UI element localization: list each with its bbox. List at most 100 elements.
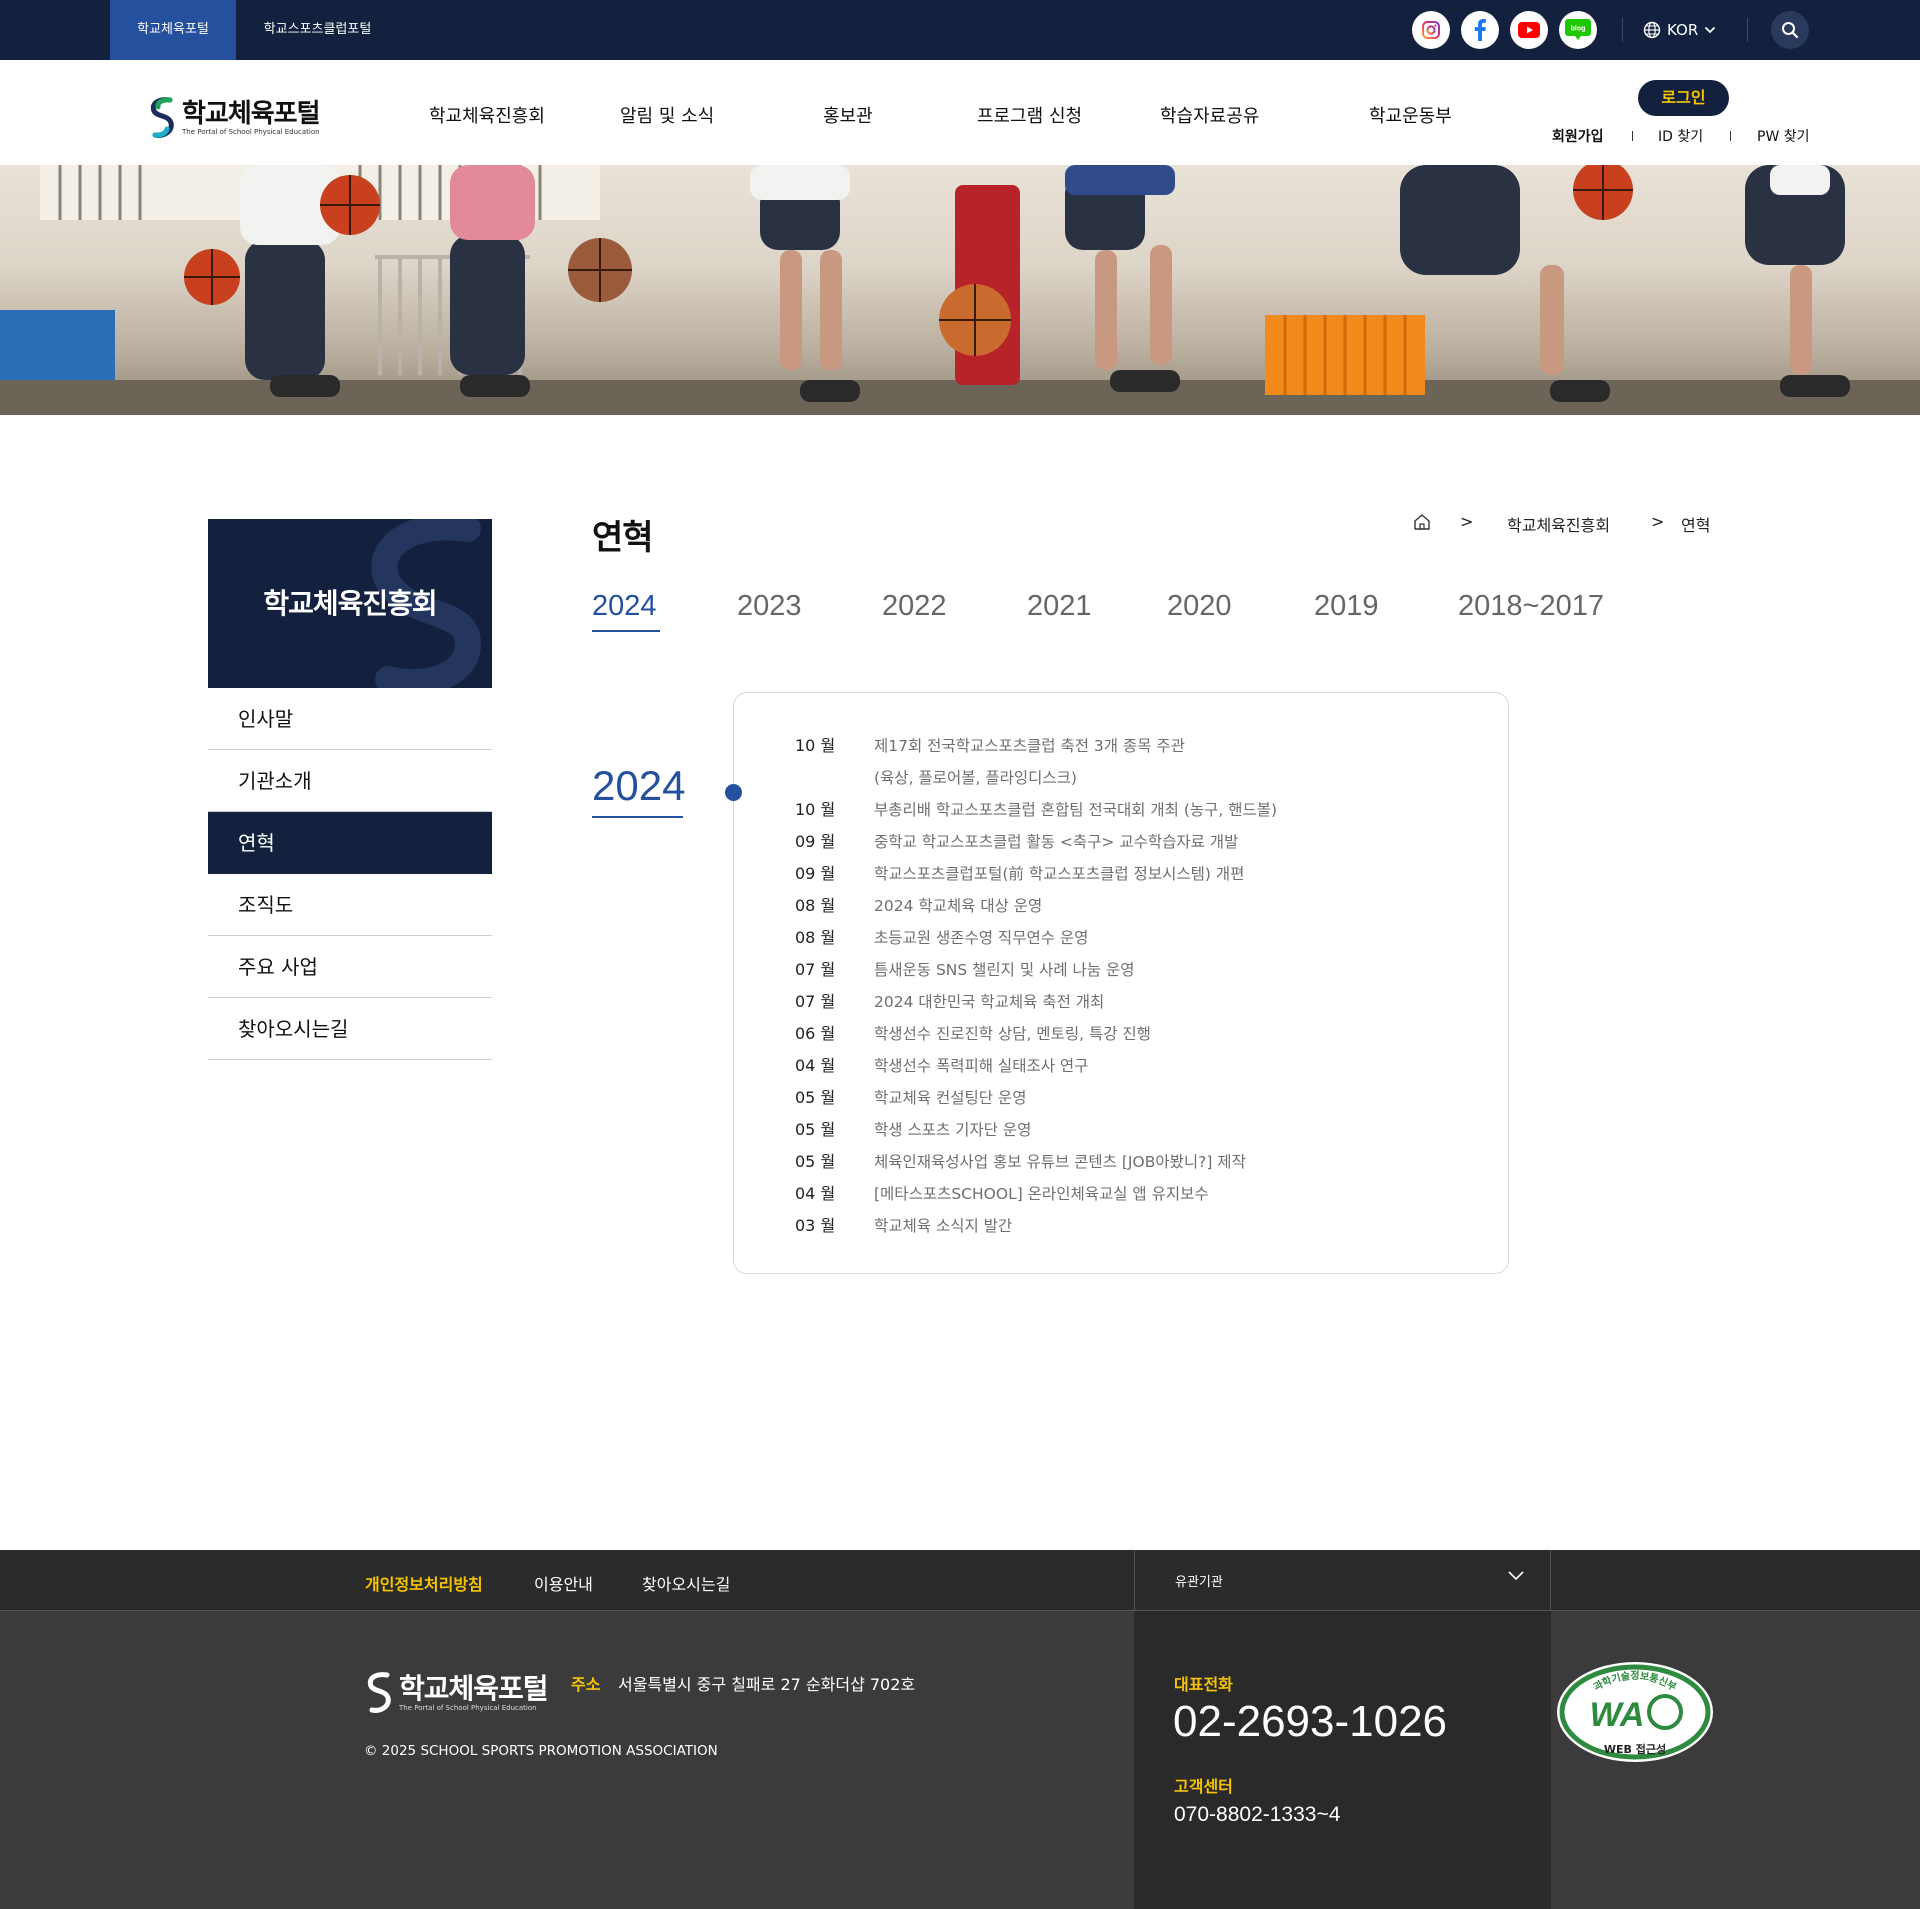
breadcrumb-item-history: 연혁	[1681, 516, 1711, 535]
top-utility-bar: 학교체육포털 학교스포츠클럽포털 blog KOR	[0, 0, 1920, 60]
portal-tab-school-pe[interactable]: 학교체육포털	[110, 0, 236, 60]
footer-contact-panel	[1134, 1611, 1551, 1909]
event-month: 09 월	[795, 832, 836, 851]
main-phone-label: 대표전화	[1174, 1675, 1233, 1694]
nav-item-school-sports-team[interactable]: 학교운동부	[1369, 102, 1452, 128]
lnb-item-directions[interactable]: 찾아오시는길	[208, 998, 492, 1060]
hero-photo	[0, 165, 1920, 415]
timeline-event: 05 월 체육인재육성사업 홍보 유튜브 콘텐츠 [JOB아봤니?] 제작	[795, 1146, 1495, 1178]
blog-icon-text: blog	[1571, 26, 1586, 33]
timeline-year-heading: 2024	[592, 762, 686, 809]
cs-phone-label: 고객센터	[1174, 1777, 1233, 1796]
logo-symbol-icon	[367, 1672, 391, 1713]
language-label: KOR	[1667, 21, 1699, 39]
wa-sub-text: WEB 접근성	[1604, 1742, 1666, 1756]
site-header: 학교체육포털 The Portal of School Physical Edu…	[0, 60, 1920, 165]
year-tab-2023[interactable]: 2023	[737, 590, 802, 623]
year-tab-2018-2017[interactable]: 2018~2017	[1458, 590, 1604, 623]
breadcrumb-separator: >	[1651, 512, 1665, 531]
year-tab-2022[interactable]: 2022	[882, 590, 947, 623]
event-text: (육상, 플로어볼, 플라잉디스크)	[874, 769, 1077, 787]
web-accessibility-mark: 과학기술정보통신부 WA WEB 접근성	[1555, 1660, 1715, 1774]
year-tab-2024[interactable]: 2024	[592, 590, 657, 623]
breadcrumb-item-association[interactable]: 학교체육진흥회	[1507, 512, 1610, 536]
address-text: 서울특별시 중구 칠패로 27 순화더샵 702호	[618, 1675, 916, 1694]
nav-item-resources[interactable]: 학습자료공유	[1160, 102, 1259, 128]
lnb-item-greeting[interactable]: 인사말	[208, 688, 492, 750]
event-text: 2024 학교체육 대상 운영	[874, 897, 1043, 915]
active-tab-underline	[592, 630, 660, 632]
lnb-menu: 인사말 기관소개 연혁 조직도 주요 사업 찾아오시는길	[208, 688, 492, 1060]
nav-item-promotion[interactable]: 홍보관	[823, 102, 873, 128]
search-button[interactable]	[1771, 11, 1809, 49]
lnb-item-organization[interactable]: 조직도	[208, 874, 492, 936]
chevron-down-icon	[1508, 1571, 1524, 1581]
language-selector[interactable]: KOR	[1643, 0, 1716, 60]
globe-icon	[1643, 21, 1661, 39]
footer-terms-link[interactable]: 이용안내	[534, 1571, 593, 1595]
timeline-event: 05 월 학생 스포츠 기자단 운영	[795, 1114, 1495, 1146]
timeline-event: 04 월 [메타스포츠SCHOOL] 온라인체육교실 앱 유지보수	[795, 1178, 1495, 1210]
find-id-link[interactable]: ID 찾기	[1658, 126, 1703, 146]
footer-logo-title: 학교체육포털	[399, 1671, 549, 1705]
event-month: 05 월	[795, 1088, 836, 1107]
family-site-select[interactable]: 유관기관	[1134, 1550, 1551, 1611]
timeline-event: 09 월 학교스포츠클럽포털(前 학교스포츠클럽 정보시스템) 개편	[795, 858, 1495, 890]
year-tab-2020[interactable]: 2020	[1167, 590, 1232, 623]
lnb-title-box: 학교체육진흥회	[208, 519, 492, 688]
timeline-event-list: 10 월 제17회 전국학교스포츠클럽 축전 3개 종목 주관 (육상, 플로어볼,…	[795, 730, 1495, 1242]
lnb-item-business[interactable]: 주요 사업	[208, 936, 492, 998]
portal-tab-sports-club[interactable]: 학교스포츠클럽포털	[250, 0, 385, 60]
blog-icon[interactable]: blog	[1559, 11, 1597, 49]
home-icon[interactable]	[1413, 513, 1431, 535]
youtube-icon[interactable]	[1510, 11, 1548, 49]
event-month: 03 월	[795, 1216, 836, 1235]
timeline-event: 09 월 중학교 학교스포츠클럽 활동 <축구> 교수학습자료 개발	[795, 826, 1495, 858]
event-text: [메타스포츠SCHOOL] 온라인체육교실 앱 유지보수	[874, 1185, 1209, 1203]
footer-link-bar	[0, 1550, 1920, 1611]
address-label: 주소	[571, 1675, 601, 1694]
timeline-event: 03 월 학교체육 소식지 발간	[795, 1210, 1495, 1242]
year-tab-2019[interactable]: 2019	[1314, 590, 1379, 623]
login-button[interactable]: 로그인	[1638, 80, 1729, 116]
timeline-event: 08 월 2024 학교체육 대상 운영	[795, 890, 1495, 922]
facebook-icon[interactable]	[1461, 11, 1499, 49]
instagram-icon[interactable]	[1412, 11, 1450, 49]
nav-item-program[interactable]: 프로그램 신청	[977, 102, 1082, 128]
event-text: 초등교원 생존수영 직무연수 운영	[874, 929, 1089, 947]
footer-logo-subtitle: The Portal of School Physical Education	[399, 1703, 537, 1712]
timeline-event: 10 월 제17회 전국학교스포츠클럽 축전 3개 종목 주관	[795, 730, 1495, 762]
nav-item-association[interactable]: 학교체육진흥회	[429, 102, 545, 128]
timeline-event: 04 월 학생선수 폭력피해 실태조사 연구	[795, 1050, 1495, 1082]
event-text: 학생선수 폭력피해 실태조사 연구	[874, 1057, 1089, 1075]
timeline-event: 06 월 학생선수 진로진학 상담, 멘토링, 특강 진행	[795, 1018, 1495, 1050]
event-month: 04 월	[795, 1056, 836, 1075]
event-month: 08 월	[795, 928, 836, 947]
site-logo[interactable]: 학교체육포털 The Portal of School Physical Edu…	[148, 96, 321, 140]
page-title: 연혁	[592, 518, 654, 558]
event-month: 05 월	[795, 1120, 836, 1139]
event-month: 06 월	[795, 1024, 836, 1043]
divider	[1632, 131, 1633, 141]
footer-directions-link[interactable]: 찾아오시는길	[642, 1571, 730, 1595]
event-text: 제17회 전국학교스포츠클럽 축전 3개 종목 주관	[874, 737, 1185, 755]
year-tab-2021[interactable]: 2021	[1027, 590, 1092, 623]
event-month: 08 월	[795, 896, 836, 915]
logo-subtitle: The Portal of School Physical Education	[182, 127, 320, 136]
family-site-label: 유관기관	[1175, 1575, 1223, 1590]
event-text: 부총리배 학교스포츠클럽 혼합팀 전국대회 개최 (농구, 핸드볼)	[874, 801, 1278, 819]
footer-logo: 학교체육포털 The Portal of School Physical Edu…	[365, 1668, 549, 1718]
logo-symbol-icon	[150, 97, 174, 138]
lnb-item-history[interactable]: 연혁	[208, 812, 492, 874]
logo-title: 학교체육포털	[182, 98, 321, 129]
signup-link[interactable]: 회원가입	[1552, 126, 1604, 146]
timeline-event: (육상, 플로어볼, 플라잉디스크)	[795, 762, 1495, 794]
find-pw-link[interactable]: PW 찾기	[1757, 126, 1810, 146]
nav-item-news[interactable]: 알림 및 소식	[620, 102, 714, 128]
event-text: 2024 대한민국 학교체육 축전 개최	[874, 993, 1105, 1011]
footer-privacy-link[interactable]: 개인정보처리방침	[365, 1571, 483, 1595]
copyright-text: © 2025 SCHOOL SPORTS PROMOTION ASSOCIATI…	[364, 1743, 718, 1759]
divider	[1747, 18, 1748, 42]
event-text: 학생 스포츠 기자단 운영	[874, 1121, 1032, 1139]
lnb-item-about[interactable]: 기관소개	[208, 750, 492, 812]
